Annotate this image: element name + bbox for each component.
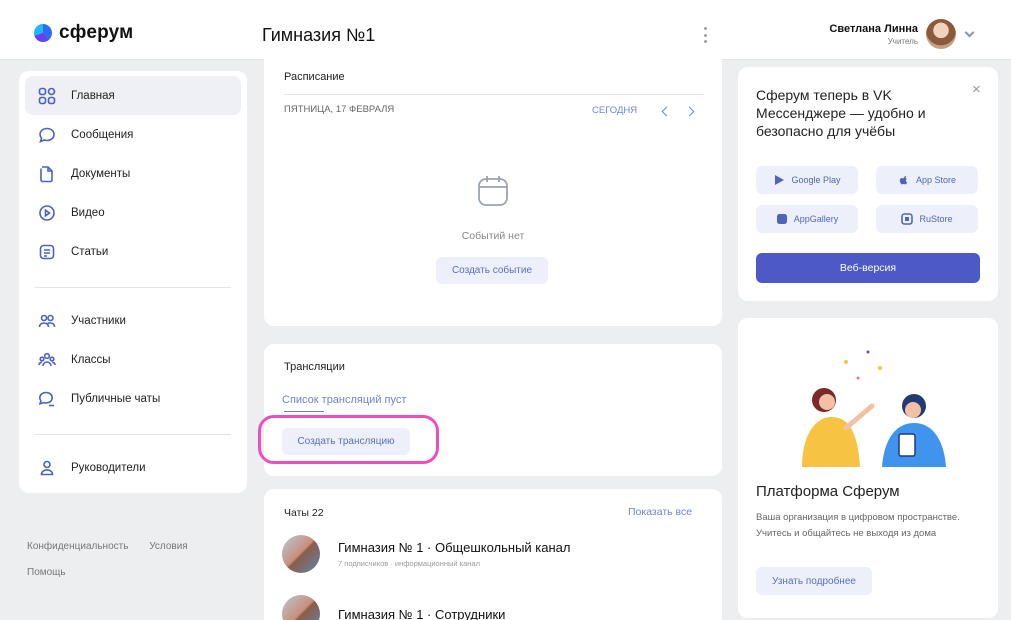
chevron-left-icon[interactable] [661, 106, 672, 117]
logo-mark-icon [34, 24, 52, 42]
create-event-button[interactable]: Создать событие [436, 257, 548, 284]
platform-description: Ваша организация в цифровом пространстве… [756, 512, 960, 539]
chat-name: Гимназия № 1 · Общешкольный канал [338, 540, 571, 555]
home-icon [38, 87, 56, 105]
user-role: Учитель [887, 36, 918, 46]
schedule-date: ПЯТНИЦА, 17 ФЕВРАЛЯ [284, 104, 395, 115]
document-icon [38, 165, 56, 183]
more-menu-icon[interactable] [702, 27, 708, 43]
sidebar-item-label: Сообщения [71, 128, 134, 141]
platform-illustration [802, 350, 946, 467]
google-play-icon [775, 175, 785, 185]
app-store-label: App Store [915, 175, 957, 185]
play-icon [38, 204, 56, 222]
sidebar-item-documents[interactable]: Документы [25, 154, 241, 193]
terms-link[interactable]: Условия [149, 541, 188, 552]
rustore-label: RuStore [919, 214, 953, 224]
sidebar-item-video[interactable]: Видео [25, 193, 241, 232]
schedule-card: Расписание ПЯТНИЦА, 17 ФЕВРАЛЯ СЕГОДНЯ С… [264, 52, 722, 326]
sidebar-item-home[interactable]: Главная [25, 76, 241, 115]
promo-card: × Сферум теперь в VK Мессенджере — удобн… [738, 67, 998, 301]
groups-icon [38, 351, 56, 369]
chats-title: Чаты 22 [284, 507, 324, 519]
divider [284, 94, 704, 95]
avatar[interactable] [926, 19, 956, 49]
schedule-title: Расписание [284, 71, 345, 83]
google-play-label: Google Play [791, 175, 841, 185]
streams-card: Трансляции Список трансляций пуст Создат… [264, 344, 722, 476]
sidebar-item-public-chats[interactable]: Публичные чаты [25, 379, 241, 418]
chevron-right-icon[interactable] [684, 106, 695, 117]
sidebar-item-label: Видео [71, 206, 105, 219]
help-link[interactable]: Помощь [27, 567, 66, 578]
privacy-link[interactable]: Конфиденциальность [27, 541, 128, 552]
user-menu[interactable]: Светлана Линна Учитель [829, 19, 975, 49]
sidebar-item-label: Руководители [71, 461, 146, 474]
chevron-down-icon[interactable] [964, 27, 975, 37]
user-name: Светлана Линна [829, 22, 918, 35]
person-icon [38, 459, 56, 477]
article-icon [38, 243, 56, 261]
rustore-button[interactable]: RuStore [876, 205, 978, 233]
app-gallery-label: AppGallery [793, 214, 839, 224]
org-title: Гимназия №1 [262, 25, 376, 45]
learn-more-button[interactable]: Узнать подробнее [756, 567, 872, 595]
divider [35, 434, 231, 435]
divider [35, 287, 231, 288]
web-version-button[interactable]: Веб-версия [756, 253, 980, 283]
apple-icon [899, 176, 908, 185]
divider [284, 411, 324, 412]
list-item[interactable]: Гимназия № 1 · Общешкольный канал 7 подп… [282, 535, 570, 573]
platform-card: Платформа Сферум Ваша организация в цифр… [738, 318, 998, 618]
chat-avatar [282, 595, 320, 620]
streams-title: Трансляции [284, 361, 345, 373]
rustore-icon [901, 213, 914, 225]
app-gallery-icon [776, 214, 787, 224]
chat-avatar [282, 535, 320, 573]
google-play-button[interactable]: Google Play [756, 166, 858, 194]
app-store-button[interactable]: App Store [876, 166, 978, 194]
chats-card: Чаты 22 Показать все Гимназия № 1 · Обще… [264, 489, 722, 620]
sidebar-item-label: Классы [71, 353, 111, 366]
sidebar-item-label: Главная [71, 89, 115, 102]
sidebar-item-label: Статьи [71, 245, 109, 258]
app-gallery-button[interactable]: AppGallery [756, 205, 858, 233]
sidebar-item-members[interactable]: Участники [25, 301, 241, 340]
sidebar-item-messages[interactable]: Сообщения [25, 115, 241, 154]
chat-meta: 7 подписчиков · информационный канал [338, 559, 480, 568]
no-events-text: Событий нет [461, 230, 525, 242]
today-button[interactable]: СЕГОДНЯ [592, 105, 637, 116]
sidebar-item-articles[interactable]: Статьи [25, 232, 241, 271]
sidebar-item-leaders[interactable]: Руководители [25, 448, 241, 487]
chat-bubble-icon [38, 126, 56, 144]
footer-links: Конфиденциальность Условия Помощь [27, 534, 206, 586]
users-icon [38, 312, 56, 330]
show-all-link[interactable]: Показать все [628, 506, 692, 518]
top-header: сферум Гимназия №1 Светлана Линна Учител… [0, 0, 1011, 60]
promo-text: Сферум теперь в VK Мессенджере — удобно … [756, 87, 926, 139]
platform-title: Платформа Сферум [756, 483, 900, 500]
streams-empty-text: Список трансляций пуст [282, 394, 407, 406]
sidebar-item-label: Участники [71, 314, 126, 327]
logo-text: сферум [59, 22, 134, 43]
calendar-icon [478, 176, 508, 206]
chat-name: Гимназия № 1 · Сотрудники [338, 606, 506, 620]
sidebar-item-label: Публичные чаты [71, 392, 161, 405]
sidebar-item-label: Документы [71, 167, 131, 180]
sidebar: Главная Сообщения Документы Видео Статьи… [19, 71, 247, 493]
list-item[interactable]: Гимназия № 1 · Сотрудники [282, 595, 505, 620]
public-chat-icon [38, 390, 56, 408]
logo[interactable]: сферум [34, 22, 133, 44]
sidebar-item-classes[interactable]: Классы [25, 340, 241, 379]
create-stream-button[interactable]: Создать трансляцию [282, 428, 410, 455]
